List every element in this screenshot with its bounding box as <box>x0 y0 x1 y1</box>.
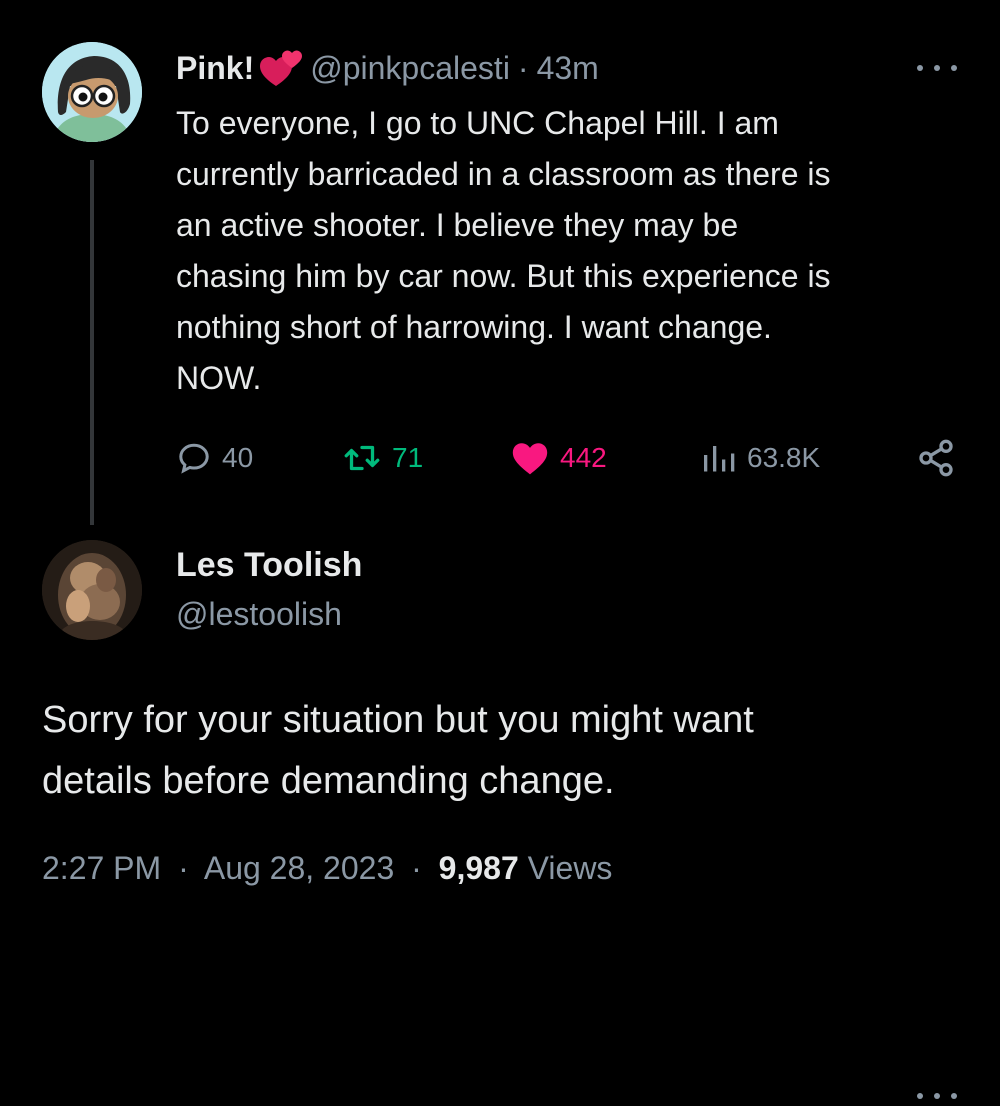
more-options-icon[interactable] <box>917 1086 957 1106</box>
heart-icon <box>510 440 550 476</box>
tweet-text: To everyone, I go to UNC Chapel Hill. I … <box>176 105 831 396</box>
tweet-actions: 40 71 442 63.8K <box>176 432 966 484</box>
separator-dot: · <box>411 850 422 886</box>
reply-count: 40 <box>222 442 254 473</box>
like-button[interactable]: 442 <box>510 432 607 484</box>
more-options-icon[interactable] <box>917 58 957 78</box>
reply-icon <box>176 440 212 476</box>
reply-meta: 2:27 PM · Aug 28, 2023 · 9,987 Views <box>42 850 612 887</box>
retweet-icon <box>342 440 382 476</box>
author-handle[interactable]: @pinkpcalesti <box>310 50 510 87</box>
analytics-icon <box>701 440 737 476</box>
reply-author-name[interactable]: Les Toolish <box>176 546 362 585</box>
retweet-count: 71 <box>392 442 424 473</box>
avatar-pink[interactable] <box>42 42 142 142</box>
reply-views-label: Views <box>527 850 613 886</box>
share-button[interactable] <box>916 432 956 484</box>
views-count: 63.8K <box>747 442 821 473</box>
thread-line <box>90 160 94 525</box>
reply-date[interactable]: Aug 28, 2023 <box>204 850 394 886</box>
retweet-button[interactable]: 71 <box>342 432 423 484</box>
reply-author-handle[interactable]: @lestoolish <box>176 596 342 633</box>
reply-tweet: Les Toolish @lestoolish Sorry for your s… <box>0 530 1000 1099</box>
reply-text: Sorry for your situation but you might w… <box>42 699 754 802</box>
tweet-header: Pink! @pinkpcalesti · 43m <box>176 44 599 92</box>
avatar-les-toolish[interactable] <box>42 540 142 640</box>
separator-dot: · <box>517 49 529 86</box>
reply-button[interactable]: 40 <box>176 432 253 484</box>
separator-dot: · <box>178 850 189 886</box>
views-button[interactable]: 63.8K <box>701 432 820 484</box>
two-hearts-icon <box>258 48 304 88</box>
original-tweet: Pink! @pinkpcalesti · 43m To everyone, I… <box>0 0 1000 530</box>
reply-views-count: 9,987 <box>438 850 519 886</box>
cartoon-avatar-icon <box>42 42 142 142</box>
like-count: 442 <box>560 442 607 473</box>
photo-avatar-icon <box>42 540 142 640</box>
author-name[interactable]: Pink! <box>176 50 254 87</box>
share-icon <box>916 438 956 478</box>
reply-time[interactable]: 2:27 PM <box>42 850 161 886</box>
tweet-time[interactable]: 43m <box>537 50 599 87</box>
